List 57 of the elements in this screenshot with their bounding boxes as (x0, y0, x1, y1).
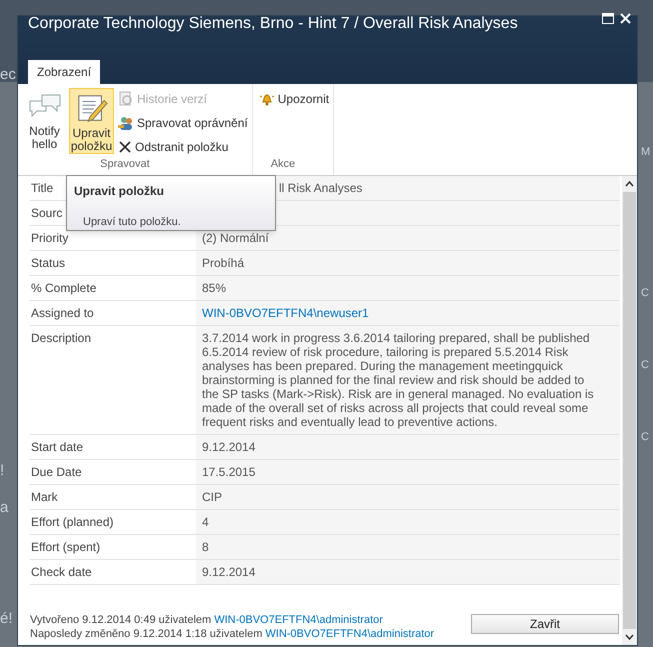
field-value: 17.5.2015 (202, 465, 256, 479)
window-title: Corporate Technology Siemens, Brno - Hint 7 / Overall Risk Analyses (28, 15, 518, 33)
group-label: Akce (270, 157, 296, 172)
background-text: C (641, 430, 649, 445)
field-value: 85% (202, 281, 226, 295)
field-label: Status (31, 256, 66, 270)
user-link[interactable]: WIN-0BVO7EFTFN4\administrator (265, 627, 434, 641)
ribbon-large-button[interactable]: Upravit položku (69, 88, 114, 154)
maximize-icon[interactable] (602, 13, 614, 24)
field-label: Description (31, 331, 92, 345)
field-value: 9.12.2014 (202, 565, 256, 579)
background-text: ec (0, 65, 16, 85)
field-value: ll Risk Analyses (279, 181, 362, 195)
scrollbar[interactable] (622, 176, 637, 645)
close-icon (118, 140, 132, 154)
magnifier-page-icon (118, 90, 134, 106)
ribbon-small-button[interactable]: Upozornit (258, 88, 330, 109)
field-label: Mark (31, 490, 58, 504)
ribbon-small-button[interactable]: Spravovat oprávnění (118, 112, 248, 133)
field-value: (2) Normální (202, 231, 269, 245)
footer-text: Vytvořeno 9.12.2014 0:49 uživatelem (30, 613, 212, 627)
field-label: Due Date (31, 465, 82, 479)
field-label: % Complete (31, 281, 96, 295)
footer-text: Naposledy změněno 9.12.2014 1:18 uživatelem (30, 627, 262, 641)
field-value: 4 (202, 515, 209, 529)
field-value: 8 (202, 540, 209, 554)
group-label: Spravovat (99, 157, 151, 172)
user-link[interactable]: WIN-0BVO7EFTFN4\administrator (214, 613, 383, 627)
tooltip-title: Upravit položku (74, 183, 166, 200)
background-text: C (641, 358, 649, 373)
scroll-thumb[interactable] (623, 192, 636, 629)
user-link[interactable]: WIN-0BVO7EFTFN4\newuser1 (202, 306, 369, 320)
field-label: Effort (planned) (31, 515, 114, 529)
field-value: 9.12.2014 (202, 440, 256, 454)
background-text: a (0, 498, 8, 518)
ribbon-small-button[interactable]: Odstranit položku (118, 136, 248, 157)
field-label: Assigned to (31, 306, 94, 320)
field-value: CIP (202, 490, 222, 504)
background-text: M (641, 145, 650, 160)
field-label: Sourc (31, 206, 62, 220)
field-label: Check date (31, 565, 92, 579)
ribbon-large-button[interactable]: Notify hello (22, 88, 67, 154)
background-text: ! (0, 461, 4, 481)
ribbon-tab[interactable]: Zobrazení (28, 60, 100, 84)
close-button[interactable]: Zavřit (471, 614, 619, 634)
field-value: Probíhá (202, 256, 244, 270)
field-value: 3.7.2014 work in progress 3.6.2014 tailoring prepared, shall be published 6.5.2014 review of risk procedure, tailoring is prepared 5.5.2014 Risk analyses has been prepared. During the management meetingquick brainstorming is planned for the final review and risk should be added to the SP tasks (Mark->Risk). Risk are in general managed. No evaluation is made of the overall set of risks across all projects that could reveal some frequent risks and eventually lead to preventive actions. (202, 331, 594, 429)
field-label: Title (31, 181, 54, 195)
background-text: é! (0, 609, 13, 629)
background-text: C (641, 286, 649, 301)
field-label: Start date (31, 440, 84, 454)
tooltip-text: Upraví tuto položku. (82, 215, 182, 230)
bell-icon (258, 92, 275, 106)
people-icon (118, 114, 134, 130)
close-icon[interactable] (620, 13, 631, 24)
field-label: Effort (spent) (31, 540, 100, 554)
field-label: Priority (31, 231, 68, 245)
